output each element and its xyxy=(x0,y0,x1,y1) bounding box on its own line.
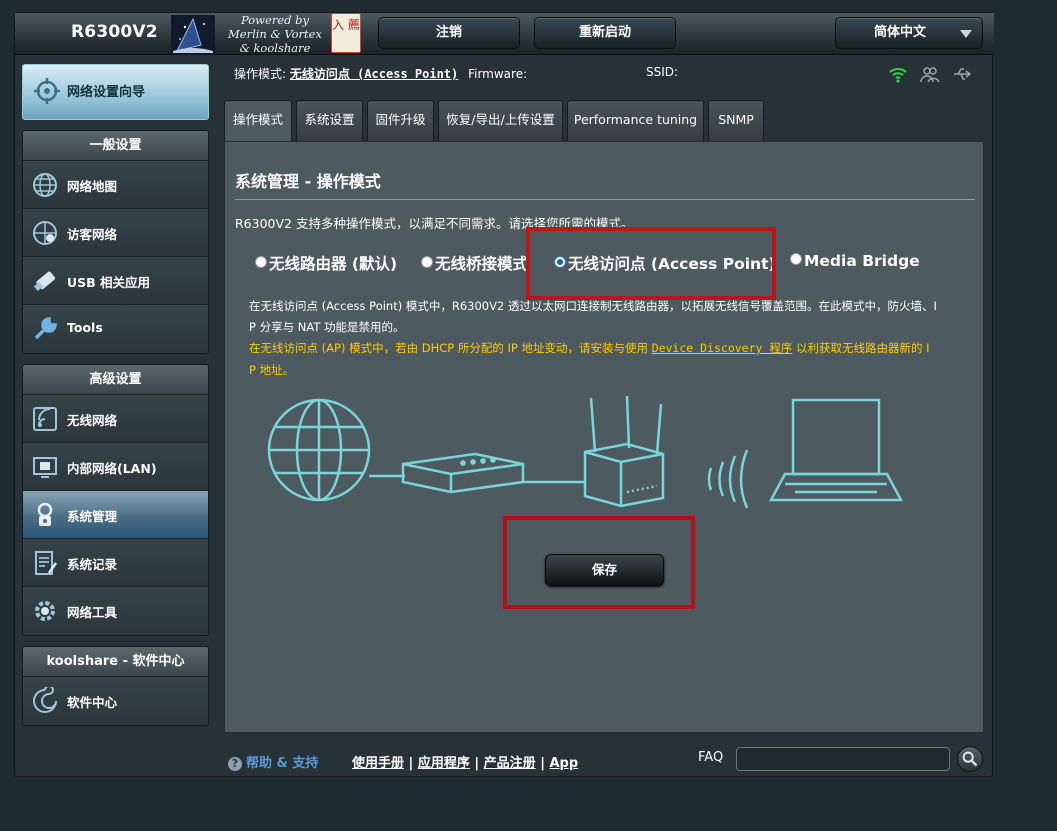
operation-mode-panel: 系统管理 - 操作模式 R6300V2 支持多种操作模式，以满足不同需求。请选择… xyxy=(224,141,984,733)
logout-button[interactable]: 注销 xyxy=(378,17,520,49)
help-icon: ? xyxy=(228,757,242,771)
general-settings-title: 一般设置 xyxy=(23,131,208,161)
footer: ? 帮助 & 支持 使用手册 | 应用程序 | 产品注册 | App FAQ xyxy=(224,741,984,773)
chevron-down-icon xyxy=(960,30,972,38)
device-discovery-link[interactable]: Device Discovery 程序 xyxy=(652,341,793,355)
page-title: 系统管理 - 操作模式 xyxy=(235,172,381,191)
search-button[interactable] xyxy=(957,746,983,772)
koolshare-title: koolshare - 软件中心 xyxy=(23,647,208,677)
firmware-label: Firmware: xyxy=(468,67,528,81)
sidebar-item-guest-network[interactable]: 访客网络 xyxy=(23,209,208,257)
sidebar-item-label: 网络工具 xyxy=(67,605,118,620)
admin-icon xyxy=(37,502,53,526)
wizard-hat-icon xyxy=(171,15,215,55)
highlight-box-access-point xyxy=(526,227,776,300)
sidebar-item-label: Tools xyxy=(67,320,103,335)
laptop-icon xyxy=(768,398,904,502)
faq-search-input[interactable] xyxy=(736,747,950,771)
router-icon xyxy=(583,395,665,508)
internet-globe-icon xyxy=(267,398,371,502)
wizard-icon xyxy=(34,78,60,104)
general-settings-group: 一般设置 网络地图 访客网络 USB 相关应用 Tools xyxy=(22,130,209,354)
wifi-status-icon[interactable] xyxy=(888,65,908,83)
wireless-icon xyxy=(33,407,57,431)
help-support[interactable]: ? 帮助 & 支持 xyxy=(228,752,318,771)
tab-restore-save-upload[interactable]: 恢复/导出/上传设置 xyxy=(438,100,563,141)
advanced-settings-title: 高级设置 xyxy=(23,365,208,395)
product-registration-link[interactable]: 产品注册 xyxy=(484,756,536,771)
radio-button[interactable] xyxy=(421,256,433,268)
merlin-logo: Powered by Merlin & Vortex & koolshare xyxy=(167,13,357,55)
usb-icon xyxy=(33,271,56,292)
koolshare-seal: 入 薦 xyxy=(331,13,361,53)
mode-media-bridge-radio[interactable]: Media Bridge xyxy=(790,252,920,270)
sidebar-item-label: 网络地图 xyxy=(67,179,118,194)
sidebar-item-network-map[interactable]: 网络地图 xyxy=(23,161,208,209)
access-point-topology-illustration xyxy=(267,395,904,509)
status-icons xyxy=(880,65,972,83)
sidebar-item-system-log[interactable]: 系统记录 xyxy=(23,539,208,587)
tab-system[interactable]: 系统设置 xyxy=(296,100,363,141)
language-value: 简体中文 xyxy=(873,25,926,40)
sidebar-item-network-tools[interactable]: 网络工具 xyxy=(23,587,208,635)
top-header: R6300V2 Powered by Merlin & Vortex & koo… xyxy=(15,13,994,55)
save-button[interactable]: 保存 xyxy=(545,554,664,586)
log-icon xyxy=(35,551,58,575)
clients-icon[interactable] xyxy=(920,65,940,83)
title-divider xyxy=(235,199,975,200)
usb-status-icon[interactable] xyxy=(952,65,972,83)
sidebar-item-wireless[interactable]: 无线网络 xyxy=(23,395,208,443)
reboot-button[interactable]: 重新启动 xyxy=(534,17,676,49)
manual-link[interactable]: 使用手册 xyxy=(352,756,404,771)
footer-links: 使用手册 | 应用程序 | 产品注册 | App xyxy=(352,756,579,771)
app-link[interactable]: App xyxy=(549,756,578,771)
lan-icon xyxy=(33,457,57,478)
ssid-label: SSID: xyxy=(646,65,679,79)
tab-firmware-upgrade[interactable]: 固件升级 xyxy=(367,100,434,141)
model-name: R6300V2 xyxy=(71,22,158,42)
software-center-icon xyxy=(33,687,57,713)
status-bar: 操作模式: 无线访问点 (Access Point) Firmware: SSI… xyxy=(234,65,984,85)
sidebar-item-label: 软件中心 xyxy=(67,695,118,710)
globe-icon xyxy=(33,173,57,197)
quick-setup-wizard[interactable]: 网络设置向导 xyxy=(22,64,209,120)
mode-warning: 在无线访问点 (AP) 模式中，若由 DHCP 所分配的 IP 地址变动，请安装… xyxy=(249,341,930,377)
sidebar-item-label: 内部网络(LAN) xyxy=(67,461,157,476)
sidebar-item-label: 系统记录 xyxy=(67,557,118,572)
quick-setup-label: 网络设置向导 xyxy=(67,85,146,100)
sidebar-item-label: 无线网络 xyxy=(67,413,118,428)
sidebar-item-label: 访客网络 xyxy=(67,227,118,242)
sidebar-item-administration[interactable]: 系统管理 xyxy=(23,491,208,539)
powered-by-text: Powered by Merlin & Vortex & koolshare xyxy=(228,13,322,55)
search-icon xyxy=(962,751,978,767)
sidebar-item-tools[interactable]: Tools xyxy=(23,305,208,353)
advanced-settings-group: 高级设置 无线网络 内部网络(LAN) 系统管理 系统记录 网络工具 xyxy=(22,364,209,636)
tab-performance-tuning[interactable]: Performance tuning xyxy=(567,100,704,141)
op-mode-label: 操作模式: xyxy=(234,67,287,81)
koolshare-group: koolshare - 软件中心 软件中心 xyxy=(22,646,209,726)
guest-network-icon xyxy=(33,221,57,245)
sidebar-item-label: USB 相关应用 xyxy=(67,275,151,290)
sidebar-item-label: 系统管理 xyxy=(67,509,118,524)
gear-icon xyxy=(35,601,55,621)
tab-snmp[interactable]: SNMP xyxy=(708,100,764,141)
language-select[interactable]: 简体中文 xyxy=(835,17,983,49)
mode-repeater-radio[interactable]: 无线桥接模式 xyxy=(421,252,528,274)
wrench-icon xyxy=(34,317,57,340)
op-mode-link[interactable]: 无线访问点 (Access Point) xyxy=(290,67,458,81)
faq-label: FAQ xyxy=(698,750,724,765)
radio-button[interactable] xyxy=(255,256,267,268)
radio-button[interactable] xyxy=(790,253,802,265)
mode-explanation: 在无线访问点 (Access Point) 模式中，R6300V2 透过以太网口… xyxy=(249,299,937,334)
sidebar-item-lan[interactable]: 内部网络(LAN) xyxy=(23,443,208,491)
wifi-waves-icon xyxy=(707,449,749,509)
modem-icon xyxy=(401,452,525,494)
router-admin-window: R6300V2 Powered by Merlin & Vortex & koo… xyxy=(14,12,994,777)
mode-router-radio[interactable]: 无线路由器 (默认) xyxy=(255,252,397,274)
utility-link[interactable]: 应用程序 xyxy=(418,756,470,771)
tab-operation-mode[interactable]: 操作模式 xyxy=(224,100,292,142)
sidebar-item-software-center[interactable]: 软件中心 xyxy=(23,677,208,725)
sidebar-item-usb[interactable]: USB 相关应用 xyxy=(23,257,208,305)
